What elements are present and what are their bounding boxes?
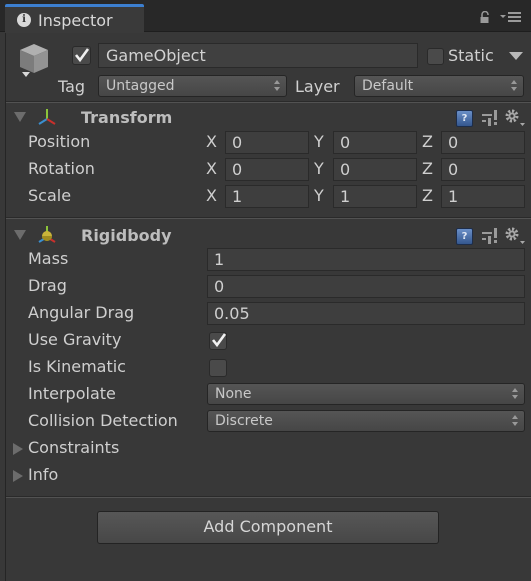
tab-label: Inspector: [38, 10, 113, 30]
mass-row: Mass 1: [6, 246, 531, 273]
rotation-z-input[interactable]: 0: [441, 158, 525, 181]
position-x-input[interactable]: 0: [225, 131, 309, 154]
rigidbody-header[interactable]: Rigidbody ?: [6, 222, 531, 248]
rigidbody-icon: [38, 226, 56, 243]
info-label[interactable]: Info: [28, 465, 58, 484]
tag-label: Tag: [58, 77, 86, 96]
is-kinematic-row: Is Kinematic: [6, 354, 531, 381]
interpolate-row: Interpolate None: [6, 381, 531, 408]
constraints-label[interactable]: Constraints: [28, 438, 119, 457]
angular-drag-row: Angular Drag 0.05: [6, 300, 531, 327]
scale-x-input[interactable]: 1: [225, 185, 309, 208]
interpolate-label: Interpolate: [28, 384, 116, 403]
use-gravity-checkbox[interactable]: [209, 332, 227, 350]
collision-detection-dropdown[interactable]: Discrete: [207, 410, 525, 432]
foldout-collapsed-icon[interactable]: [13, 470, 23, 482]
gear-icon[interactable]: [504, 108, 526, 128]
drag-label: Drag: [28, 276, 67, 295]
use-gravity-label: Use Gravity: [28, 330, 122, 349]
foldout-expanded-icon[interactable]: [14, 112, 26, 122]
inspector-tab-bar: i Inspector: [0, 0, 531, 33]
tag-value: Untagged: [106, 78, 175, 94]
info-foldout[interactable]: Info: [6, 462, 531, 489]
dropdown-arrows-icon: [512, 388, 518, 400]
help-icon[interactable]: ?: [456, 228, 473, 245]
info-icon: i: [17, 13, 31, 27]
collision-detection-value: Discrete: [215, 413, 273, 429]
foldout-expanded-icon[interactable]: [14, 230, 26, 240]
dropdown-arrows-icon: [274, 80, 280, 92]
rotation-label: Rotation: [28, 159, 95, 178]
transform-scale-row: Scale X 1 Y 1 Z 1: [6, 183, 531, 210]
y-label: Y: [314, 132, 324, 151]
layer-value: Default: [362, 78, 414, 94]
divider: [6, 101, 531, 103]
dropdown-arrows-icon: [512, 415, 518, 427]
y-label: Y: [314, 159, 324, 178]
constraints-foldout[interactable]: Constraints: [6, 435, 531, 462]
layer-dropdown[interactable]: Default: [354, 75, 524, 97]
drag-row: Drag 0: [6, 273, 531, 300]
angular-drag-input[interactable]: 0.05: [207, 302, 525, 325]
x-label: X: [206, 132, 217, 151]
tab-menu-icon[interactable]: [500, 10, 522, 24]
x-label: X: [206, 159, 217, 178]
layer-label: Layer: [295, 77, 340, 96]
presets-icon[interactable]: [482, 110, 498, 126]
static-dropdown-icon[interactable]: [509, 52, 523, 60]
transform-title: Transform: [81, 108, 173, 127]
collision-detection-label: Collision Detection: [28, 411, 178, 430]
static-label: Static: [448, 46, 494, 65]
active-checkbox[interactable]: [72, 46, 91, 65]
collision-detection-row: Collision Detection Discrete: [6, 408, 531, 435]
scale-y-input[interactable]: 1: [333, 185, 417, 208]
help-icon[interactable]: ?: [456, 110, 473, 127]
tab-inspector[interactable]: i Inspector: [5, 4, 144, 33]
y-label: Y: [314, 186, 324, 205]
gameobject-name-input[interactable]: GameObject: [98, 43, 418, 68]
z-label: Z: [422, 132, 433, 151]
divider: [6, 217, 531, 219]
transform-position-row: Position X 0 Y 0 Z 0: [6, 129, 531, 156]
z-label: Z: [422, 186, 433, 205]
is-kinematic-checkbox[interactable]: [209, 359, 227, 377]
divider: [6, 496, 531, 498]
lock-icon[interactable]: [480, 11, 490, 23]
tag-dropdown[interactable]: Untagged: [98, 75, 287, 97]
scale-z-input[interactable]: 1: [441, 185, 525, 208]
add-component-button[interactable]: Add Component: [97, 511, 439, 544]
gear-icon[interactable]: [504, 226, 526, 246]
angular-drag-label: Angular Drag: [28, 303, 135, 322]
dropdown-arrows-icon: [511, 80, 517, 92]
transform-axes-icon: [38, 109, 56, 125]
rotation-y-input[interactable]: 0: [333, 158, 417, 181]
z-label: Z: [422, 159, 433, 178]
gameobject-cube-icon[interactable]: [16, 41, 52, 81]
transform-rotation-row: Rotation X 0 Y 0 Z 0: [6, 156, 531, 183]
static-checkbox[interactable]: [427, 48, 444, 65]
drag-input[interactable]: 0: [207, 275, 525, 298]
rigidbody-title: Rigidbody: [81, 226, 172, 245]
position-label: Position: [28, 132, 91, 151]
interpolate-dropdown[interactable]: None: [207, 383, 525, 405]
transform-header[interactable]: Transform ?: [6, 104, 531, 130]
rotation-x-input[interactable]: 0: [225, 158, 309, 181]
inspector-content: GameObject Static Tag Untagged Layer Def…: [5, 33, 531, 581]
scale-label: Scale: [28, 186, 72, 205]
gameobject-header: GameObject Static Tag Untagged Layer Def…: [6, 33, 531, 101]
foldout-collapsed-icon[interactable]: [13, 443, 23, 455]
interpolate-value: None: [215, 386, 252, 402]
mass-input[interactable]: 1: [207, 248, 525, 271]
x-label: X: [206, 186, 217, 205]
use-gravity-row: Use Gravity: [6, 327, 531, 354]
mass-label: Mass: [28, 249, 69, 268]
presets-icon[interactable]: [482, 228, 498, 244]
position-y-input[interactable]: 0: [333, 131, 417, 154]
is-kinematic-label: Is Kinematic: [28, 357, 126, 376]
position-z-input[interactable]: 0: [441, 131, 525, 154]
